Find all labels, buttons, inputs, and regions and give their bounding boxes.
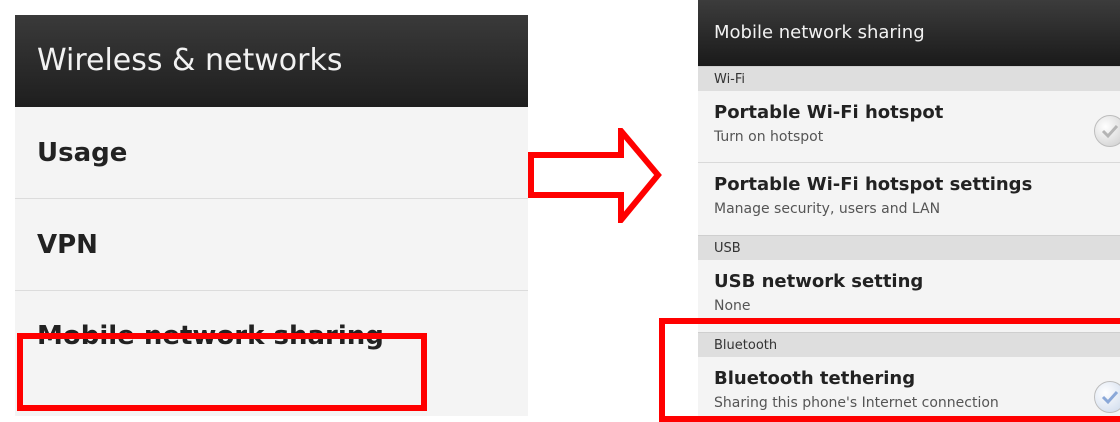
list-item-portable-wifi-hotspot[interactable]: Portable Wi-Fi hotspot Turn on hotspot bbox=[698, 91, 1120, 163]
checkbox-icon[interactable] bbox=[1094, 115, 1120, 147]
checkbox-icon[interactable] bbox=[1094, 381, 1120, 413]
row-title: Portable Wi-Fi hotspot bbox=[714, 102, 944, 123]
list-item-portable-wifi-hotspot-settings[interactable]: Portable Wi-Fi hotspot settings Manage s… bbox=[698, 163, 1120, 235]
wireless-networks-screen: Wireless & networks Usage VPN Mobile net… bbox=[15, 15, 528, 416]
row-title: Portable Wi-Fi hotspot settings bbox=[714, 174, 1033, 195]
row-title: Bluetooth tethering bbox=[714, 368, 916, 389]
row-subtitle: Manage security, users and LAN bbox=[714, 201, 941, 217]
row-subtitle: Turn on hotspot bbox=[714, 129, 824, 145]
list-item-mobile-network-sharing[interactable]: Mobile network sharing bbox=[15, 291, 528, 411]
section-header-wifi: Wi-Fi bbox=[698, 66, 1120, 91]
list-item-bluetooth-tethering[interactable]: Bluetooth tethering Sharing this phone's… bbox=[698, 357, 1120, 416]
list-item-vpn[interactable]: VPN bbox=[15, 199, 528, 291]
row-subtitle: None bbox=[714, 298, 751, 314]
wireless-networks-header: Wireless & networks bbox=[15, 15, 528, 107]
row-title: USB network setting bbox=[714, 271, 924, 292]
row-subtitle: Sharing this phone's Internet connection bbox=[714, 395, 999, 411]
mobile-network-sharing-header: Mobile network sharing bbox=[698, 0, 1120, 66]
right-arrow-icon bbox=[528, 128, 662, 223]
section-header-usb: USB bbox=[698, 235, 1120, 260]
list-item-usage[interactable]: Usage bbox=[15, 107, 528, 199]
list-item-usb-network-setting[interactable]: USB network setting None bbox=[698, 260, 1120, 332]
mobile-network-sharing-screen: Mobile network sharing Wi-Fi Portable Wi… bbox=[698, 0, 1120, 416]
section-header-bluetooth: Bluetooth bbox=[698, 332, 1120, 357]
